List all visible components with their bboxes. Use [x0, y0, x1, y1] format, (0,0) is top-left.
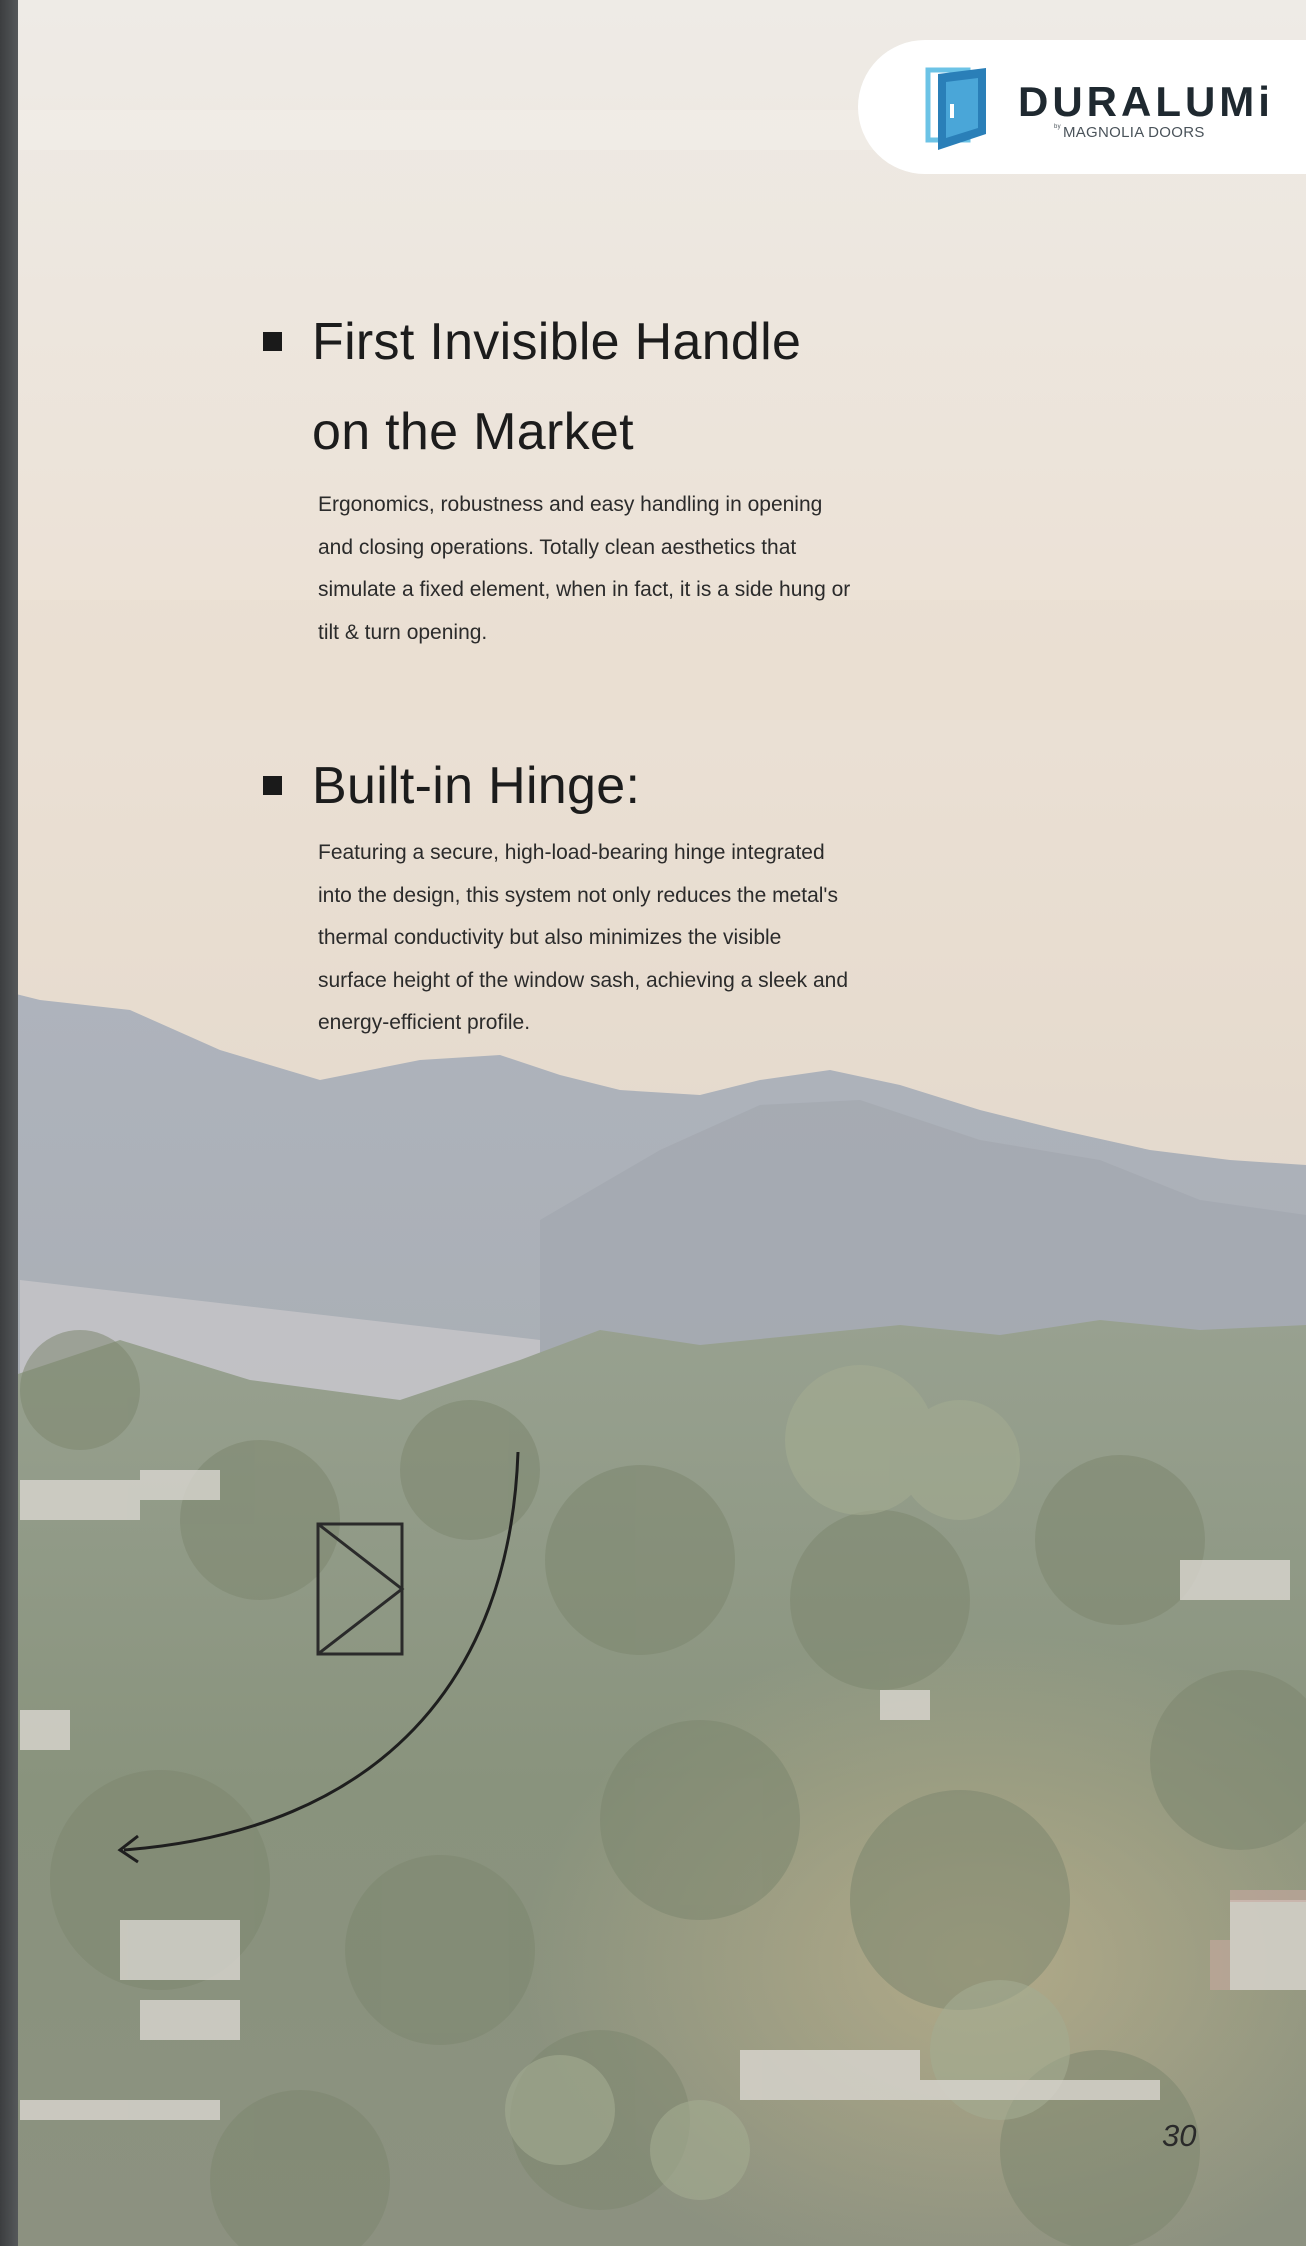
swing-arc-arrow	[117, 1451, 520, 1864]
opening-diagram	[117, 1451, 520, 1864]
side-hung-opening-icon	[316, 1522, 405, 1656]
page-number: 30	[1162, 2118, 1197, 2153]
brochure-page: DURALUMi by MAGNOLIA DOORS First Invisibl…	[0, 0, 1306, 2246]
